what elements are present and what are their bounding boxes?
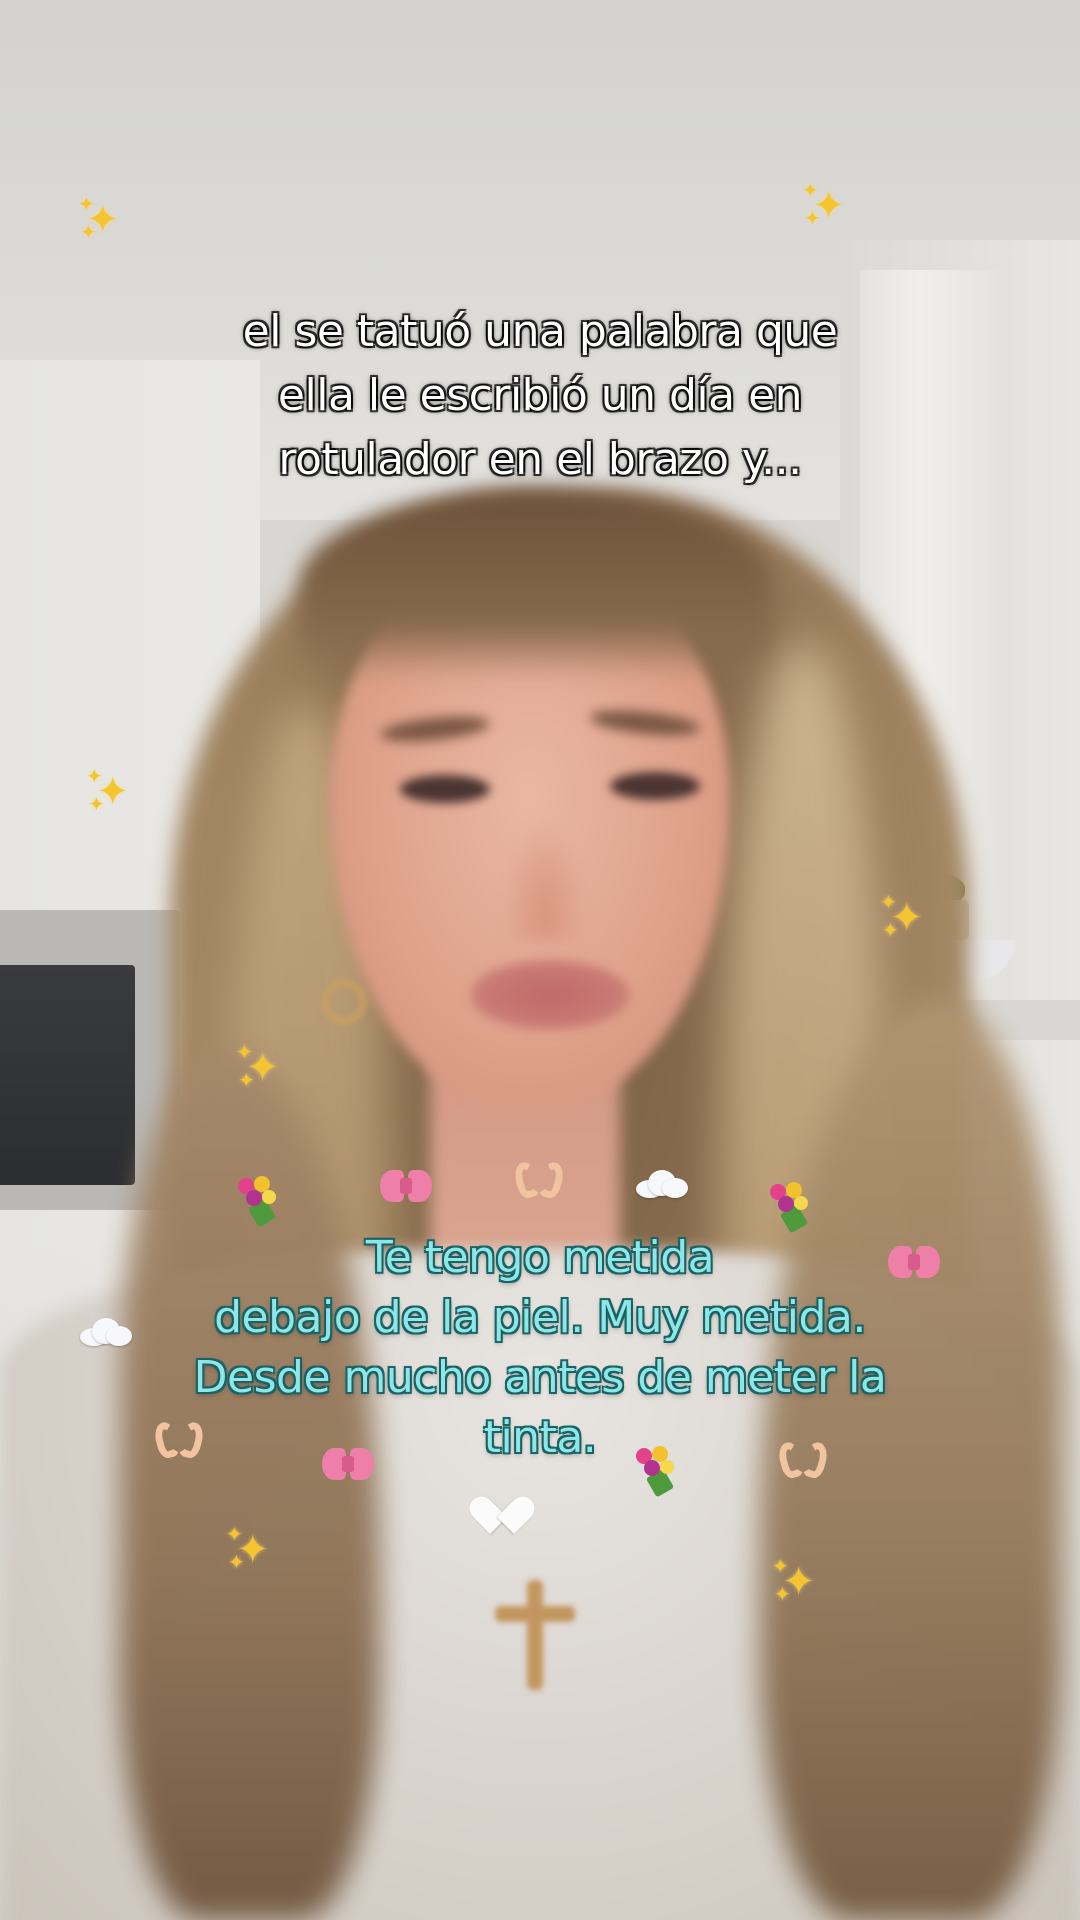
nose (505, 820, 585, 940)
ribbon-icon (888, 1246, 940, 1278)
cloud-icon (80, 1318, 132, 1346)
sparkles-icon: ✦ ✦ ✦ (772, 1554, 816, 1606)
sparkles-icon: ✦ ✦ ✦ (880, 890, 924, 942)
sparkles-icon: ✦ ✦ ✦ (226, 1522, 270, 1574)
top-caption-line: rotulador en el brazo y... (278, 434, 802, 485)
left-eye (400, 775, 490, 803)
earring (322, 980, 366, 1024)
top-caption-line: el se tatuó una palabra que (242, 306, 838, 357)
sparkles-icon: ✦ ✦ ✦ (802, 178, 846, 230)
middle-caption: Te tengo metida debajo de la piel. Muy m… (150, 1228, 930, 1468)
middle-caption-line: Te tengo metida (365, 1232, 715, 1283)
sparkles-icon: ✦ ✦ ✦ (78, 192, 120, 244)
bouquet-icon (766, 1182, 814, 1234)
person-figure (0, 0, 1080, 1920)
video-frame[interactable]: el se tatuó una palabra que ella le escr… (0, 0, 1080, 1920)
right-eye (610, 772, 700, 800)
heart-hands-icon (775, 1439, 831, 1481)
cross-necklace (495, 1580, 575, 1690)
bouquet-icon (632, 1446, 680, 1498)
middle-caption-line: Desde mucho antes de meter la (193, 1352, 887, 1403)
heart-hands-icon (151, 1419, 207, 1461)
top-caption-line: ella le escribió un día en (277, 370, 803, 421)
hair-top (300, 490, 770, 680)
ribbon-icon (380, 1170, 432, 1202)
cloud-icon (636, 1170, 688, 1198)
middle-caption-line: debajo de la piel. Muy metida. (214, 1292, 866, 1343)
top-caption: el se tatuó una palabra que ella le escr… (90, 300, 990, 492)
mouth (470, 960, 630, 1030)
sparkles-icon: ✦ ✦ ✦ (236, 1040, 280, 1092)
ribbon-icon (322, 1448, 374, 1480)
sparkles-icon: ✦ ✦ ✦ (86, 764, 130, 816)
heart-hands-icon (511, 1159, 567, 1201)
bouquet-icon (234, 1176, 282, 1228)
white-heart-icon (464, 1491, 540, 1538)
